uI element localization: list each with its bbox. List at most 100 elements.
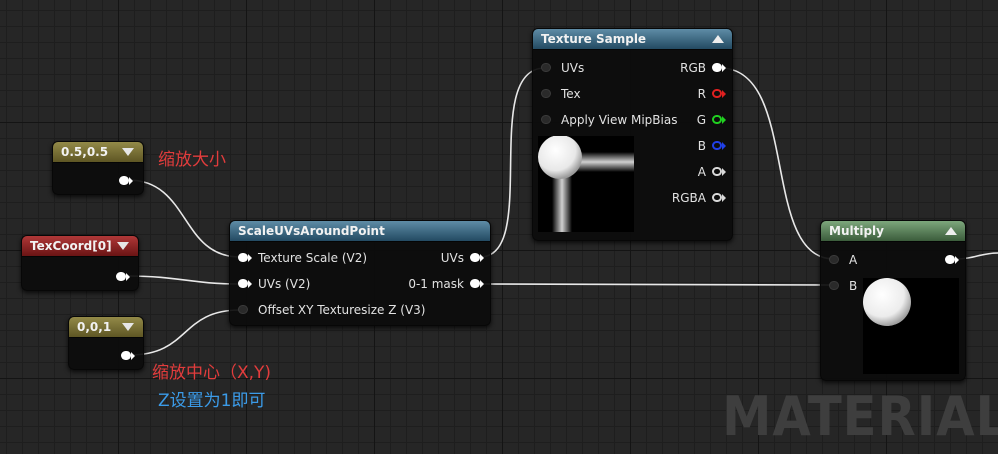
output-label: 0-1 mask [408,277,464,291]
pin-arrow-icon [722,142,726,150]
pin-arrow-icon [248,280,252,288]
texture-sample-node[interactable]: Texture Sample UVs Tex Apply View MipBia… [532,28,733,241]
output-pin-icon[interactable] [121,351,131,360]
output-pin-icon[interactable] [470,279,480,288]
multiply-preview-image [863,278,959,374]
pin-arrow-icon [722,168,726,176]
input-pin-icon[interactable] [541,89,551,98]
texture-sample-header[interactable]: Texture Sample [533,29,732,50]
input-pin-icon[interactable] [238,305,248,314]
constant2-output-row[interactable] [53,173,133,189]
multiply-title: Multiply [829,224,884,238]
output-b[interactable]: B [666,138,726,154]
input-label: Tex [561,87,581,101]
pin-arrow-icon [722,64,726,72]
input-pin-icon[interactable] [829,255,839,264]
input-label: Texture Scale (V2) [258,251,368,265]
multiply-header[interactable]: Multiply [821,221,965,242]
collapse-caret-icon[interactable] [945,227,957,235]
output-r[interactable]: R [666,86,726,102]
output-label: B [697,139,706,153]
output-pin-icon[interactable] [712,167,722,176]
input-pin-icon[interactable] [238,253,248,262]
wire-mask-to-multiply-b [479,283,835,286]
pin-arrow-icon [722,194,726,202]
input-label: A [849,253,858,267]
pin-arrow-icon [722,90,726,98]
output-pin-icon[interactable] [945,255,955,264]
output-pin-icon[interactable] [119,176,129,185]
output-label: UVs [440,251,464,265]
output-pin-icon[interactable] [712,89,722,98]
input-pin-icon[interactable] [238,279,248,288]
dropdown-caret-icon[interactable] [122,323,134,331]
output-label: A [697,165,706,179]
material-watermark: MATERIAL [722,385,998,448]
scale-uvs-header[interactable]: ScaleUVsAroundPoint [230,221,490,242]
input-label: UVs [561,61,585,75]
output-pin-icon[interactable] [712,141,722,150]
wire-rgb-to-multiply-a [719,67,835,260]
constant2-header[interactable]: 0.5,0.5 [53,142,143,163]
output-pin-icon[interactable] [470,253,480,262]
output-a[interactable]: A [666,164,726,180]
input-uvs[interactable]: UVs [541,60,661,76]
output-rgb[interactable]: RGB [666,60,726,76]
texture-sample-title: Texture Sample [541,32,647,46]
input-pin-icon[interactable] [829,281,839,290]
input-pin-icon[interactable] [541,63,551,72]
scale-uvs-around-point-node[interactable]: ScaleUVsAroundPoint Texture Scale (V2) U… [229,220,491,326]
input-label: Offset XY Texturesize Z (V3) [258,303,426,317]
collapse-caret-icon[interactable] [712,35,724,43]
input-tex[interactable]: Tex [541,86,661,102]
pin-arrow-icon [480,254,484,262]
texcoord-title: TexCoord[0] [30,239,112,253]
input-label: Apply View MipBias [561,113,678,127]
input-texture-scale[interactable]: Texture Scale (V2) [238,250,388,266]
constant2-node[interactable]: 0.5,0.5 [52,141,144,195]
pin-arrow-icon [129,177,133,185]
constant3-title: 0,0,1 [77,320,112,334]
pin-arrow-icon [955,256,959,264]
input-uvs[interactable]: UVs (V2) [238,276,388,292]
output-pin-icon[interactable] [712,63,722,72]
output-g[interactable]: G [666,112,726,128]
input-a[interactable]: A [829,252,889,268]
input-offset[interactable]: Offset XY Texturesize Z (V3) [238,302,438,318]
dropdown-caret-icon[interactable] [117,242,129,250]
wire-texcoord-to-uvs [126,275,241,285]
pin-arrow-icon [126,273,130,281]
multiply-node[interactable]: Multiply A B [820,220,966,381]
texcoord-header[interactable]: TexCoord[0] [22,236,138,257]
output-pin-icon[interactable] [712,193,722,202]
wire-const2-to-texture-scale [127,179,241,258]
input-apply-view-mipbias[interactable]: Apply View MipBias [541,112,681,128]
input-pin-icon[interactable] [541,115,551,124]
constant3-header[interactable]: 0,0,1 [69,317,143,338]
output-pin-icon[interactable] [712,115,722,124]
constant3-output-row[interactable] [69,348,135,364]
dropdown-caret-icon[interactable] [122,148,134,156]
texcoord-output-row[interactable] [22,269,130,285]
output-mask[interactable]: 0-1 mask [384,276,484,292]
texture-preview [538,135,634,232]
pin-arrow-icon [131,352,135,360]
texture-preview-image [538,135,634,232]
constant3-node[interactable]: 0,0,1 [68,316,144,370]
output-rgba[interactable]: RGBA [656,190,726,206]
output-uvs[interactable]: UVs [404,250,484,266]
pin-arrow-icon [722,116,726,124]
texcoord-node[interactable]: TexCoord[0] [21,235,139,291]
input-label: B [849,279,858,293]
annotation-scale-center: 缩放中心（X,Y) [152,363,272,383]
output-result[interactable] [929,252,959,268]
output-label: R [697,87,706,101]
output-pin-icon[interactable] [116,272,126,281]
wire-const3-to-offset [129,309,241,356]
output-label: G [696,113,706,127]
pin-arrow-icon [248,254,252,262]
constant2-title: 0.5,0.5 [61,145,109,159]
input-label: UVs (V2) [258,277,311,291]
multiply-preview [863,278,959,374]
annotation-z-note: Z设置为1即可 [158,391,266,411]
